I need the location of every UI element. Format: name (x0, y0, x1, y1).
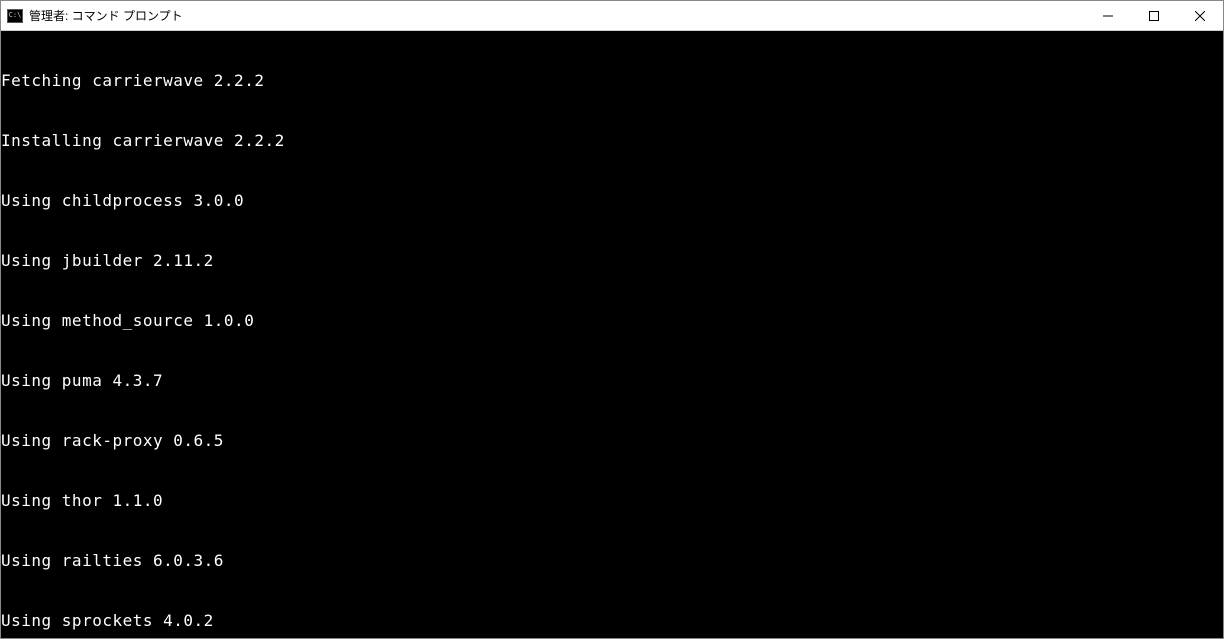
window-controls (1085, 1, 1223, 30)
titlebar: C:\ 管理者: コマンド プロンプト (1, 1, 1223, 31)
output-line: Using method_source 1.0.0 (1, 311, 1223, 331)
command-prompt-window: C:\ 管理者: コマンド プロンプト Fetching carrierwave… (0, 0, 1224, 639)
output-line: Using childprocess 3.0.0 (1, 191, 1223, 211)
maximize-icon (1149, 11, 1159, 21)
minimize-icon (1103, 11, 1113, 21)
cmd-icon: C:\ (7, 9, 23, 23)
output-line: Using thor 1.1.0 (1, 491, 1223, 511)
window-title: 管理者: コマンド プロンプト (29, 7, 183, 24)
close-icon (1195, 11, 1205, 21)
minimize-button[interactable] (1085, 1, 1131, 30)
maximize-button[interactable] (1131, 1, 1177, 30)
output-line: Using sprockets 4.0.2 (1, 611, 1223, 631)
output-line: Using rack-proxy 0.6.5 (1, 431, 1223, 451)
output-line: Using puma 4.3.7 (1, 371, 1223, 391)
output-line: Installing carrierwave 2.2.2 (1, 131, 1223, 151)
output-line: Using railties 6.0.3.6 (1, 551, 1223, 571)
terminal-output[interactable]: Fetching carrierwave 2.2.2 Installing ca… (1, 31, 1223, 638)
close-button[interactable] (1177, 1, 1223, 30)
output-line: Using jbuilder 2.11.2 (1, 251, 1223, 271)
titlebar-left: C:\ 管理者: コマンド プロンプト (1, 7, 183, 24)
output-line: Fetching carrierwave 2.2.2 (1, 71, 1223, 91)
